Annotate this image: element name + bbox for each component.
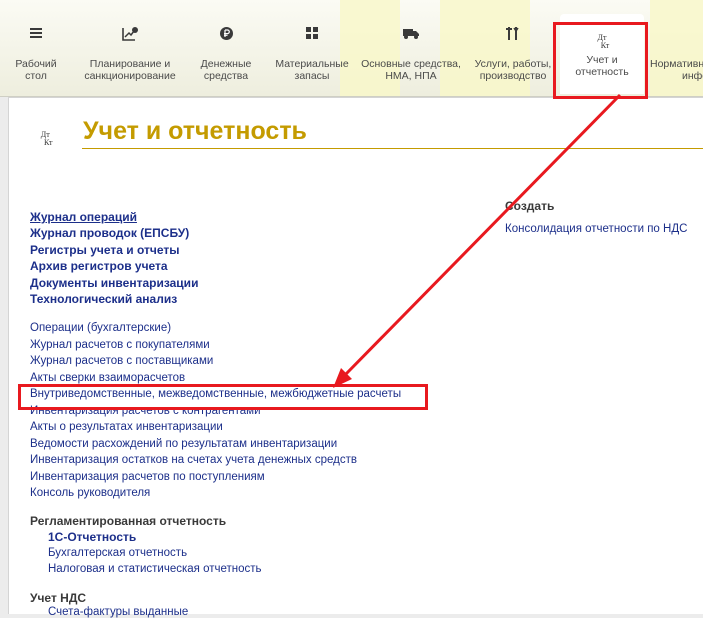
- arrow-line: [343, 93, 622, 377]
- annotation-arrow: [333, 93, 622, 388]
